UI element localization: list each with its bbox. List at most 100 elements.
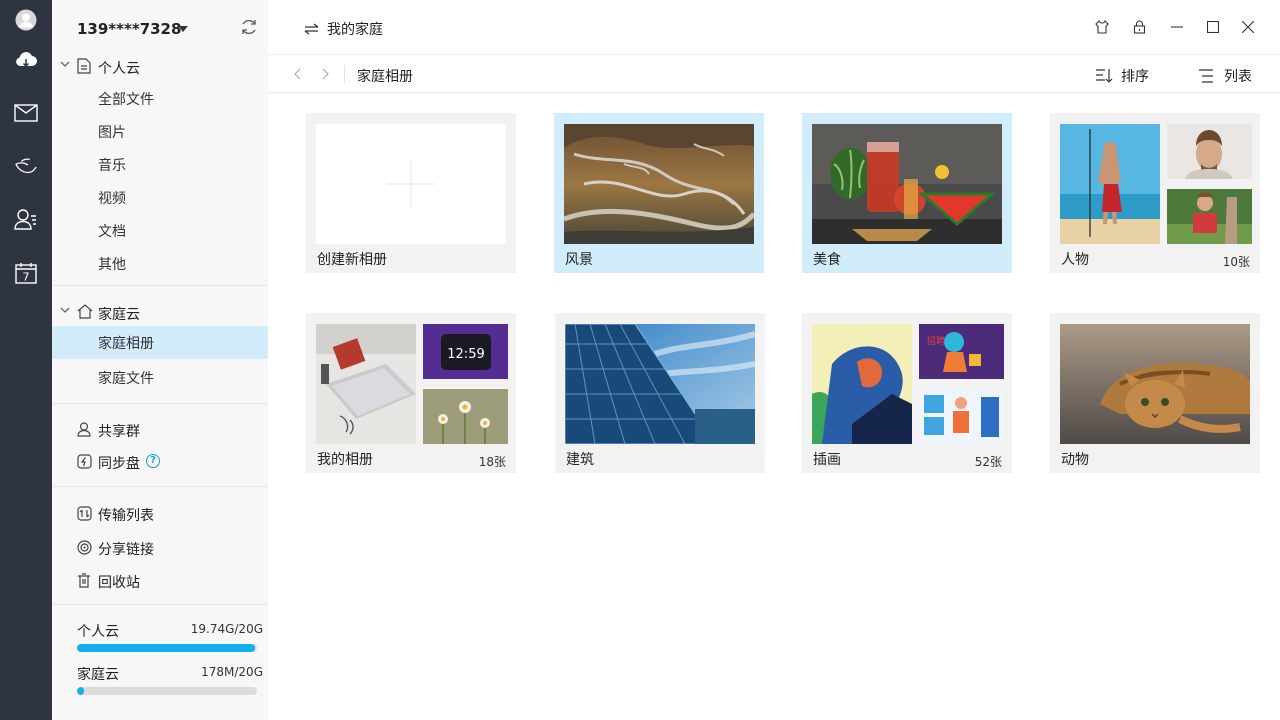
nav-recycle-bin[interactable]: 回收站	[52, 566, 268, 596]
album-cover	[564, 124, 754, 244]
nav-share-link[interactable]: 分享链接	[52, 533, 268, 563]
nav-label: 图片	[98, 125, 126, 141]
quota-bar	[77, 687, 257, 695]
album-name: 动物	[1061, 452, 1089, 468]
album-cover	[1060, 324, 1250, 444]
album-animal[interactable]: 动物	[1050, 313, 1260, 473]
album-mine[interactable]: 12:59 我的相册 18张	[306, 313, 516, 473]
album-name: 人物	[1061, 252, 1089, 268]
album-cover	[1167, 189, 1252, 244]
nav-share-group[interactable]: 共享群	[52, 415, 268, 445]
switch-icon	[304, 23, 319, 35]
sync-icon	[77, 454, 92, 469]
avatar-icon[interactable]	[14, 8, 38, 32]
nav-video[interactable]: 视频	[52, 181, 268, 214]
transfer-icon	[77, 506, 92, 521]
tea-icon[interactable]	[14, 154, 38, 178]
album-count: 52张	[974, 455, 1002, 469]
album-landscape[interactable]: 风景	[554, 113, 764, 273]
chevron-down-icon[interactable]	[60, 307, 70, 314]
caret-down-icon[interactable]	[178, 26, 188, 32]
maximize-icon[interactable]	[1207, 21, 1219, 33]
divider	[344, 65, 345, 83]
breadcrumb[interactable]: 家庭相册	[357, 66, 413, 86]
user-icon	[77, 422, 91, 437]
trash-icon	[77, 573, 91, 588]
album-illustration[interactable]: 招聘 插画 52张	[802, 313, 1012, 473]
divider	[52, 403, 268, 404]
nav-transfer-list[interactable]: 传输列表	[52, 499, 268, 529]
sidebar: 139****7328 个人云 全部文件 图片 音乐 视频 文档 其他 家庭云 …	[52, 0, 268, 720]
section-label: 家庭云	[98, 307, 140, 323]
calendar-icon[interactable]: 7	[14, 261, 38, 285]
album-people[interactable]: 人物 10张	[1050, 113, 1260, 273]
album-name: 美食	[813, 252, 841, 268]
plus-icon[interactable]	[316, 124, 506, 244]
album-cover	[1167, 124, 1252, 179]
nav-label: 全部文件	[98, 92, 154, 108]
section-family-cloud[interactable]: 家庭云	[52, 297, 268, 327]
chevron-down-icon[interactable]	[60, 61, 70, 68]
album-cover	[919, 389, 1004, 444]
section-personal-cloud[interactable]: 个人云	[52, 51, 268, 81]
album-food[interactable]: 美食	[802, 113, 1012, 273]
album-name: 插画	[813, 452, 841, 468]
refresh-icon[interactable]	[240, 18, 258, 36]
album-cover	[565, 324, 755, 444]
nav-label: 其他	[98, 257, 126, 273]
close-icon[interactable]	[1242, 21, 1254, 33]
left-rail: 7	[0, 0, 52, 720]
nav-label: 共享群	[98, 424, 140, 440]
calendar-day: 7	[23, 271, 30, 284]
album-building[interactable]: 建筑	[555, 313, 765, 473]
nav-all-files[interactable]: 全部文件	[52, 82, 268, 115]
album-cover	[423, 389, 508, 444]
nav-family-album[interactable]: 家庭相册	[52, 326, 268, 359]
section-label: 个人云	[98, 61, 140, 77]
family-switcher[interactable]: 我的家庭	[304, 19, 383, 39]
back-arrow-icon[interactable]	[294, 68, 301, 80]
main-area: 我的家庭 家庭相册 排序 列表 创建新相册 风景 美食 人物 10张 12:59…	[268, 0, 1280, 720]
list-view-button[interactable]: 列表	[1198, 66, 1252, 86]
help-icon[interactable]: ?	[146, 454, 160, 468]
nav-pictures[interactable]: 图片	[52, 115, 268, 148]
nav-sync-disk[interactable]: 同步盘 ?	[52, 447, 268, 477]
home-icon	[77, 304, 93, 319]
cloud-icon[interactable]	[14, 48, 38, 72]
nav-documents[interactable]: 文档	[52, 214, 268, 247]
quota-fill	[77, 644, 255, 652]
quota-value: 178M/20G	[201, 665, 263, 679]
album-count: 18张	[478, 455, 506, 469]
mail-icon[interactable]	[14, 101, 38, 125]
nav-label: 分享链接	[98, 542, 154, 558]
album-name: 创建新相册	[317, 252, 387, 268]
nav-others[interactable]: 其他	[52, 247, 268, 280]
quota-name: 家庭云	[77, 667, 119, 683]
nav-label: 回收站	[98, 575, 140, 591]
title-bar: 我的家庭	[268, 0, 1280, 55]
album-cover: 招聘	[919, 324, 1004, 379]
skin-icon[interactable]	[1095, 20, 1109, 34]
forward-arrow-icon[interactable]	[322, 68, 329, 80]
document-icon	[77, 58, 91, 74]
nav-music[interactable]: 音乐	[52, 148, 268, 181]
path-bar: 家庭相册 排序 列表	[268, 55, 1280, 93]
contacts-icon[interactable]	[14, 207, 38, 231]
album-create[interactable]: 创建新相册	[306, 113, 516, 273]
list-icon	[1198, 69, 1214, 83]
account-name[interactable]: 139****7328	[77, 20, 181, 38]
svg-text:12:59: 12:59	[447, 347, 484, 362]
nav-family-files[interactable]: 家庭文件	[52, 361, 268, 394]
album-cover: 12:59	[423, 324, 508, 379]
nav-label: 家庭相册	[98, 336, 154, 352]
lock-icon[interactable]	[1133, 20, 1146, 34]
sort-button[interactable]: 排序	[1095, 66, 1149, 86]
minimize-icon[interactable]	[1171, 26, 1183, 28]
quota-bar	[77, 644, 257, 652]
album-cover	[1060, 124, 1160, 244]
nav-label: 传输列表	[98, 508, 154, 524]
sort-label: 排序	[1121, 69, 1149, 85]
album-cover	[812, 324, 912, 444]
nav-label: 同步盘	[98, 456, 140, 472]
quota-value: 19.74G/20G	[190, 622, 263, 636]
